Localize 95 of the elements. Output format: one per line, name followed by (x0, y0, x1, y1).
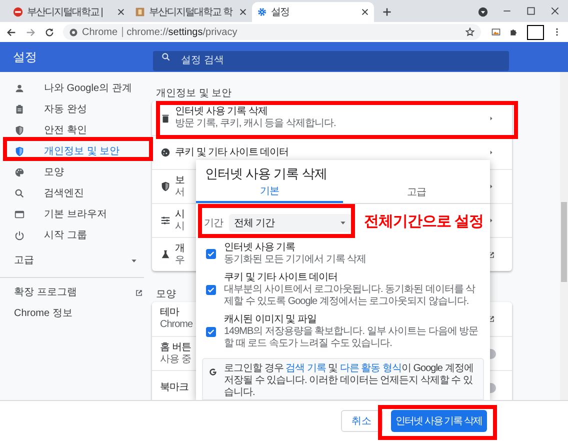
dialog-tab[interactable]: 기본 (196, 182, 343, 203)
section-heading: 개인정보 및 보안 (155, 87, 232, 101)
shield-icon (160, 181, 171, 192)
option-title: 캐시된 이미지 및 파일 (224, 314, 318, 326)
section-heading: 모양 (155, 288, 176, 302)
row-subtitle: 시 (175, 220, 184, 232)
forward-arrow-icon[interactable] (25, 26, 36, 38)
palette-icon (14, 167, 25, 178)
clipboard-icon (14, 104, 25, 115)
sidebar-item[interactable]: 안전 확인 (0, 120, 150, 141)
dialog-title: 인터넷 사용 기록 삭제 (204, 165, 328, 182)
checkbox[interactable] (206, 249, 216, 259)
delete-button[interactable]: 인터넷 사용 기록 삭제 (390, 410, 487, 432)
option-title: 인터넷 사용 기록 (224, 242, 296, 254)
checkbox[interactable] (206, 285, 216, 295)
cookie-icon (160, 147, 171, 158)
option-description: 동기화된 모든 기기에서 기록 삭제 (224, 254, 366, 266)
search-icon (14, 188, 25, 199)
url-text: chrome://settings/privacy (126, 26, 238, 40)
power-icon (14, 230, 25, 241)
search-icon (161, 52, 171, 62)
reload-icon[interactable] (44, 26, 55, 38)
address-bar[interactable]: Chrome chrome://settings/privacy (63, 24, 482, 40)
row-subtitle: 서 (175, 186, 184, 198)
check-icon (207, 250, 215, 258)
option-description: 대부분의 사이트에서 로그아웃됩니다. 동기화된 데이터를 삭제할 수 있도록 Google 계정에서는 로그아웃되지 않습니다. (224, 284, 476, 308)
browser-tab[interactable]: 설정 (252, 2, 374, 22)
notice-text: 로그인할 경우 검색 기록 및 다른 활동 형식이 Google 계정에 저장될 수 있습니다. 이러한 데이터는 언제든지 삭제할 수 있습니다. (224, 363, 474, 399)
cancel-button[interactable]: 취소 (340, 410, 383, 432)
browser-tab[interactable]: 부산디지털대학교 학 (130, 2, 252, 22)
dialog-tab[interactable]: 고급 (343, 182, 490, 203)
check-icon (207, 328, 215, 336)
sidebar-item[interactable]: 개인정보 및 보안 (0, 141, 150, 162)
external-link-icon (134, 288, 144, 298)
puzzle-icon[interactable] (509, 27, 520, 37)
sidebar-link[interactable]: Chrome 정보 (0, 303, 150, 324)
star-icon[interactable] (465, 27, 476, 37)
shield-icon (14, 146, 25, 157)
person-icon (14, 83, 25, 94)
close-icon[interactable] (117, 8, 125, 16)
sidebar-item[interactable]: 모양 (0, 162, 150, 183)
caret-down-icon (130, 256, 138, 264)
row-subtitle: 사용 중 (160, 354, 191, 366)
row-title: 쿠키 및 기타 사이트 데이터 (175, 146, 289, 158)
row-title: 보 (175, 174, 184, 186)
gear-icon (257, 7, 267, 17)
search-field[interactable]: 설정 검색 (153, 50, 509, 70)
scrollbar[interactable] (560, 72, 568, 400)
sidebar-link[interactable]: 확장 프로그램 (0, 282, 150, 303)
close-icon[interactable] (361, 8, 369, 16)
sidebar-item[interactable]: 검색엔진 (0, 183, 150, 204)
site-label: Chrome (82, 26, 118, 40)
trash-icon (160, 112, 171, 124)
round-favicon-icon (13, 7, 23, 17)
option-description: 149MB의 저장용량을 확보합니다. 일부 사이트는 다음에 방문할 때 로드 속도가 느려질 수도 있습니다. (224, 326, 480, 350)
row-subtitle: 우 (175, 254, 184, 266)
plus-icon[interactable] (382, 7, 392, 17)
row-title: 홈 버튼 (160, 342, 191, 354)
close-icon[interactable] (239, 8, 247, 16)
shield-icon (14, 125, 25, 136)
text-link[interactable]: 다른 활동 형식 (340, 363, 402, 374)
checkbox[interactable] (206, 327, 216, 337)
row-subtitle: Chrome (160, 319, 193, 331)
picture-icon[interactable] (491, 27, 502, 37)
close-icon[interactable] (550, 6, 560, 16)
row-subtitle: 방문 기록, 쿠키, 캐시 등을 삭제합니다. (175, 118, 336, 130)
g-letter-icon (208, 367, 218, 377)
advanced-toggle[interactable]: 고급 (0, 250, 150, 271)
flask-icon (160, 249, 171, 260)
text-link[interactable]: 검색 기록 (286, 363, 326, 374)
time-range-dropdown[interactable]: 전체 기간 (229, 214, 352, 232)
row-title: 테마 (160, 307, 179, 319)
browser-tab[interactable]: 부산디지털대학교 | (8, 2, 130, 22)
maximize-icon[interactable] (526, 6, 536, 16)
sidebar-item[interactable]: 자동 완성 (0, 99, 150, 120)
sidebar-item[interactable]: 시작 그룹 (0, 225, 150, 246)
row-title: 북마크 (160, 382, 188, 394)
settings-title: 설정 (12, 49, 38, 66)
square-favicon-icon (135, 7, 145, 17)
site-info-icon (69, 28, 78, 36)
check-icon (207, 286, 215, 294)
back-arrow-icon[interactable] (6, 26, 17, 38)
sidebar-item[interactable]: 나와 Google의 관계 (0, 78, 150, 99)
row-title: 개 (175, 242, 184, 254)
sliders-icon (160, 215, 171, 226)
profile-button[interactable] (527, 24, 544, 40)
row-title: 시 (175, 208, 184, 220)
field-label: 기간 (204, 216, 223, 230)
option-title: 쿠키 및 기타 사이트 데이터 (224, 272, 339, 284)
sidebar-item[interactable]: 기본 브라우저 (0, 204, 150, 225)
annotation-text: 전체기간으로 설정 (364, 212, 484, 232)
browser-window-icon (14, 209, 25, 220)
dropdown-circle-icon[interactable] (478, 7, 488, 17)
caret-down-icon (339, 219, 347, 227)
row-title: 인터넷 사용 기록 삭제 (175, 106, 268, 118)
